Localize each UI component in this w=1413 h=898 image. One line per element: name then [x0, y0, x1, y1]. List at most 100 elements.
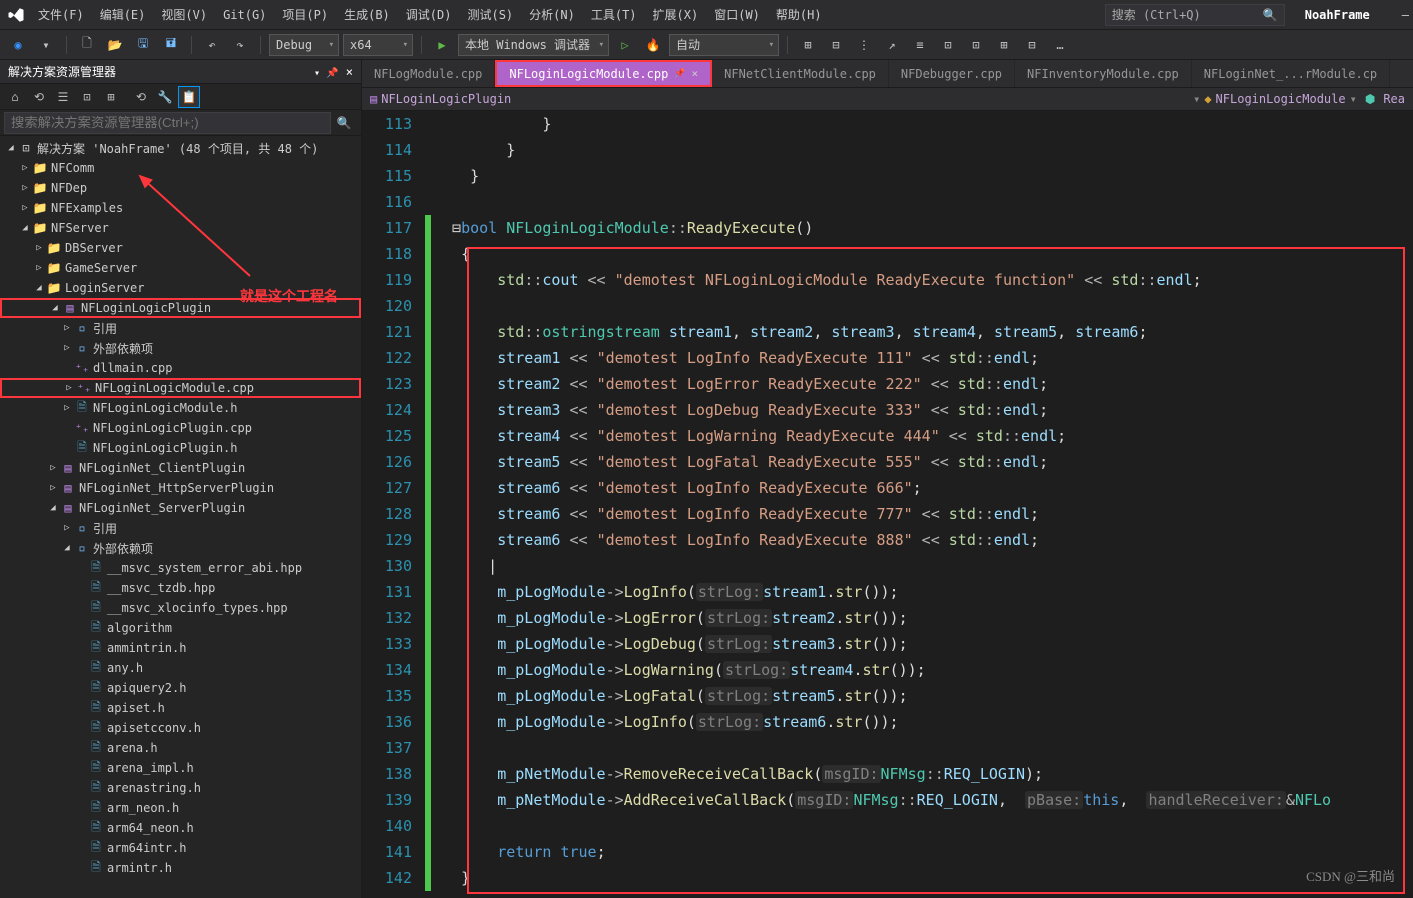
menu-item[interactable]: 帮助(H)	[768, 4, 830, 26]
start-nodebug-icon[interactable]: ▷	[613, 34, 637, 56]
tool-icon-5[interactable]: ⊞	[100, 86, 122, 108]
redo-icon[interactable]: ↷	[228, 34, 252, 56]
tree-item[interactable]: 🗎algorithm	[0, 618, 361, 638]
tree-item[interactable]: ▷🗎NFLoginLogicModule.h	[0, 398, 361, 418]
tool-icon-4[interactable]: ⊡	[76, 86, 98, 108]
search-icon[interactable]: 🔍	[331, 116, 357, 130]
solution-root[interactable]: ◢⊡ 解决方案 'NoahFrame' (48 个项目, 共 48 个)	[0, 138, 361, 158]
tree-item[interactable]: 🗎arm64intr.h	[0, 838, 361, 858]
new-project-icon[interactable]: 🗋	[75, 34, 99, 56]
tree-item[interactable]: ⁺₊dllmain.cpp	[0, 358, 361, 378]
sync-icon[interactable]: ⟲	[28, 86, 50, 108]
solution-name-label[interactable]: NoahFrame	[1295, 4, 1380, 26]
menu-item[interactable]: 工具(T)	[583, 4, 645, 26]
debug-target-combo[interactable]: 本地 Windows 调试器	[458, 34, 609, 56]
tb-icon-1[interactable]: ⊞	[796, 34, 820, 56]
tree-item[interactable]: ⁺₊NFLoginLogicPlugin.cpp	[0, 418, 361, 438]
menu-item[interactable]: 文件(F)	[30, 4, 92, 26]
tb-icon-9[interactable]: ⊟	[1020, 34, 1044, 56]
start-debug-icon[interactable]: ▶	[430, 34, 454, 56]
menu-item[interactable]: 窗口(W)	[706, 4, 768, 26]
tree-item[interactable]: 🗎arm_neon.h	[0, 798, 361, 818]
tool-icon-selected[interactable]: 📋	[178, 86, 200, 108]
tree-item[interactable]: 🗎arenastring.h	[0, 778, 361, 798]
tree-item[interactable]: 🗎__msvc_system_error_abi.hpp	[0, 558, 361, 578]
window-minimize-icon[interactable]: —	[1402, 8, 1409, 22]
tb-icon-2[interactable]: ⊟	[824, 34, 848, 56]
tb-icon-10[interactable]: …	[1048, 34, 1072, 56]
wrench-icon[interactable]: 🔧	[154, 86, 176, 108]
tree-item[interactable]: ▷▤NFLoginNet_ClientPlugin	[0, 458, 361, 478]
hot-reload-icon[interactable]: 🔥	[641, 34, 665, 56]
tree-item[interactable]: 🗎arena_impl.h	[0, 758, 361, 778]
tb-icon-5[interactable]: ≡	[908, 34, 932, 56]
tool-icon-3[interactable]: ☰	[52, 86, 74, 108]
tree-item[interactable]: 🗎any.h	[0, 658, 361, 678]
tool-icon-6[interactable]: ⟲	[130, 86, 152, 108]
tb-icon-3[interactable]: ⋮	[852, 34, 876, 56]
editor-tab[interactable]: NFDebugger.cpp	[889, 60, 1015, 87]
menu-item[interactable]: 项目(P)	[274, 4, 336, 26]
editor-tab[interactable]: NFLogModule.cpp	[362, 60, 495, 87]
pin-icon[interactable]: ▾ 📌	[314, 68, 339, 79]
crumb-project[interactable]: ▤ NFLoginLogicPlugin	[370, 92, 511, 106]
auto-combo[interactable]: 自动	[669, 34, 779, 56]
menu-item[interactable]: 视图(V)	[153, 4, 215, 26]
menu-item[interactable]: 编辑(E)	[92, 4, 154, 26]
tree-item[interactable]: ▷📁DBServer	[0, 238, 361, 258]
platform-combo[interactable]: x64	[343, 34, 413, 56]
solution-search-input[interactable]	[4, 112, 331, 134]
tree-item[interactable]: ▷▤NFLoginNet_HttpServerPlugin	[0, 478, 361, 498]
tree-item[interactable]: ◢📁LoginServer	[0, 278, 361, 298]
tree-item[interactable]: 🗎NFLoginLogicPlugin.h	[0, 438, 361, 458]
open-icon[interactable]: 📂	[103, 34, 127, 56]
close-icon[interactable]: ×	[692, 67, 699, 80]
chevron-down-icon[interactable]: ▾	[34, 34, 58, 56]
tree-item[interactable]: 🗎__msvc_xlocinfo_types.hpp	[0, 598, 361, 618]
editor-tab[interactable]: NFLoginNet_...rModule.cp	[1192, 60, 1390, 87]
tb-icon-7[interactable]: ⊡	[964, 34, 988, 56]
tree-item[interactable]: ▷📁GameServer	[0, 258, 361, 278]
tree-item[interactable]: ▷⁺₊NFLoginLogicModule.cpp	[0, 378, 361, 398]
undo-icon[interactable]: ↶	[200, 34, 224, 56]
tree-item[interactable]: 🗎armintr.h	[0, 858, 361, 878]
menu-item[interactable]: 测试(S)	[459, 4, 521, 26]
tb-icon-8[interactable]: ⊞	[992, 34, 1016, 56]
tree-item[interactable]: ◢▫外部依赖项	[0, 538, 361, 558]
tree-item[interactable]: 🗎arena.h	[0, 738, 361, 758]
tree-item[interactable]: ▷📁NFDep	[0, 178, 361, 198]
tree-item[interactable]: ▷▫引用	[0, 318, 361, 338]
menu-item[interactable]: 生成(B)	[336, 4, 398, 26]
solution-tree[interactable]: ◢⊡ 解决方案 'NoahFrame' (48 个项目, 共 48 个) ▷📁N…	[0, 136, 361, 898]
close-icon[interactable]: ×	[346, 65, 353, 79]
editor-tab[interactable]: NFInventoryModule.cpp	[1015, 60, 1192, 87]
tree-item[interactable]: ▷▫外部依赖项	[0, 338, 361, 358]
tree-item[interactable]: ◢📁NFServer	[0, 218, 361, 238]
tb-icon-4[interactable]: ↗	[880, 34, 904, 56]
menu-item[interactable]: 分析(N)	[521, 4, 583, 26]
tree-item[interactable]: 🗎arm64_neon.h	[0, 818, 361, 838]
crumb-class[interactable]: ◆ NFLoginLogicModule	[1204, 92, 1345, 106]
tree-item[interactable]: ◢▤NFLoginNet_ServerPlugin	[0, 498, 361, 518]
tree-item[interactable]: ◢▤NFLoginLogicPlugin	[0, 298, 361, 318]
tb-icon-6[interactable]: ⊡	[936, 34, 960, 56]
save-icon[interactable]: 🖫	[131, 34, 155, 56]
tree-item[interactable]: 🗎apiset.h	[0, 698, 361, 718]
menu-item[interactable]: 扩展(X)	[645, 4, 707, 26]
nav-back-icon[interactable]: ◉	[6, 34, 30, 56]
tree-item[interactable]: 🗎ammintrin.h	[0, 638, 361, 658]
menu-item[interactable]: Git(G)	[215, 4, 274, 26]
menu-search-box[interactable]: 搜索 (Ctrl+Q) 🔍	[1105, 4, 1285, 26]
tree-item[interactable]: 🗎apisetcconv.h	[0, 718, 361, 738]
tree-item[interactable]: ▷▫引用	[0, 518, 361, 538]
code-editor[interactable]: 1131141151161171181191201211221231241251…	[362, 111, 1413, 898]
tree-item[interactable]: 🗎apiquery2.h	[0, 678, 361, 698]
editor-tab[interactable]: NFLoginLogicModule.cpp 📌 ×	[495, 60, 712, 87]
save-all-icon[interactable]: 🖬	[159, 34, 183, 56]
editor-tab[interactable]: NFNetClientModule.cpp	[712, 60, 889, 87]
config-combo[interactable]: Debug	[269, 34, 339, 56]
home-icon[interactable]: ⌂	[4, 86, 26, 108]
code-body[interactable]: } } } ⊟bool NFLoginLogicModule::ReadyExe…	[434, 111, 1413, 898]
tree-item[interactable]: ▷📁NFExamples	[0, 198, 361, 218]
menu-item[interactable]: 调试(D)	[398, 4, 460, 26]
